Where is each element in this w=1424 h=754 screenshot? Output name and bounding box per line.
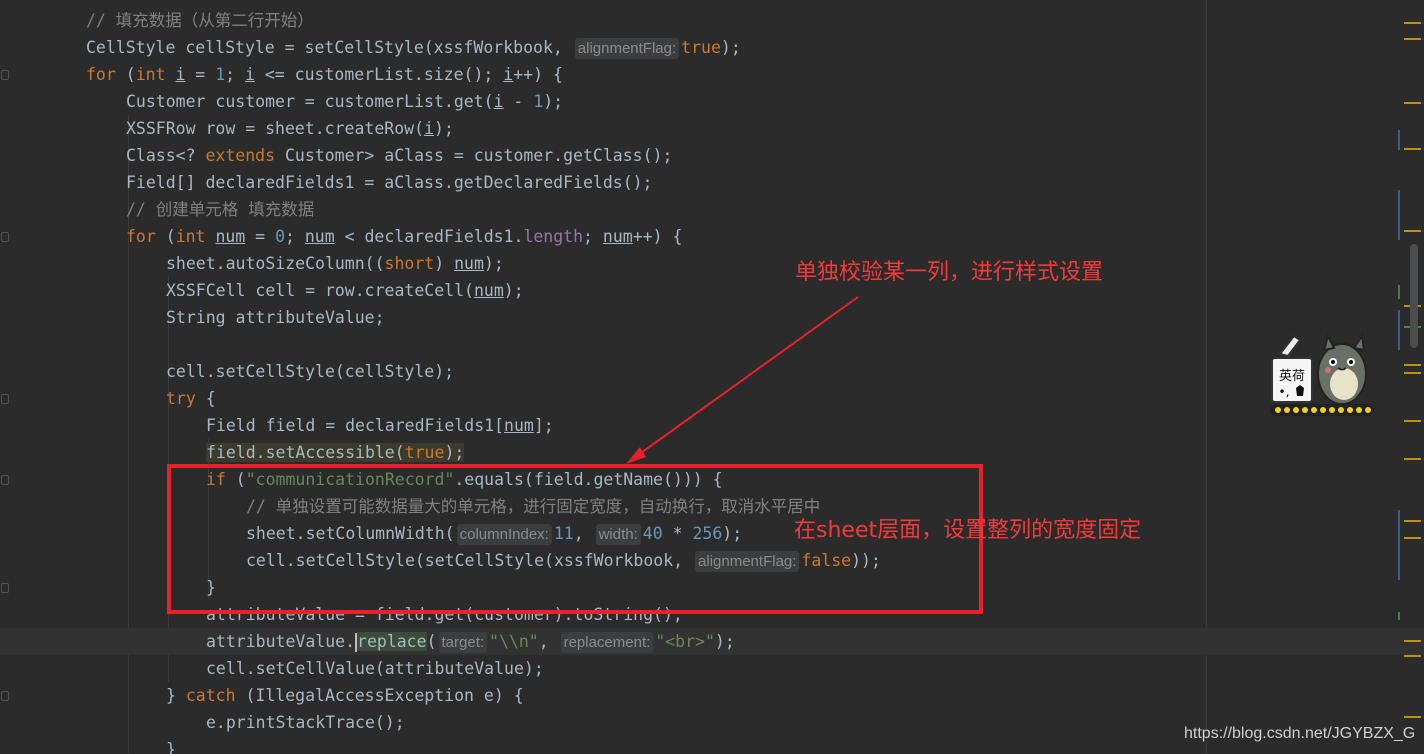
watermark: https://blog.csdn.net/JGYBZX_G [1184,725,1416,742]
code-editor[interactable]: // 填充数据（从第二行开始） CellStyle cellStyle = se… [0,0,1424,754]
annotation-arrow [626,296,859,464]
mascot-label: •, [1279,385,1290,399]
mascot-label: 英荷 [1279,369,1305,384]
annotation-top: 单独校验某一列，进行样式设置 [795,260,1104,285]
vertical-scrollbar-thumb[interactable] [1410,244,1418,348]
mascot-plugin-icon: 英荷 •, [1266,328,1376,424]
annotation-side: 在sheet层面，设置整列的宽度固定 [794,518,1142,543]
